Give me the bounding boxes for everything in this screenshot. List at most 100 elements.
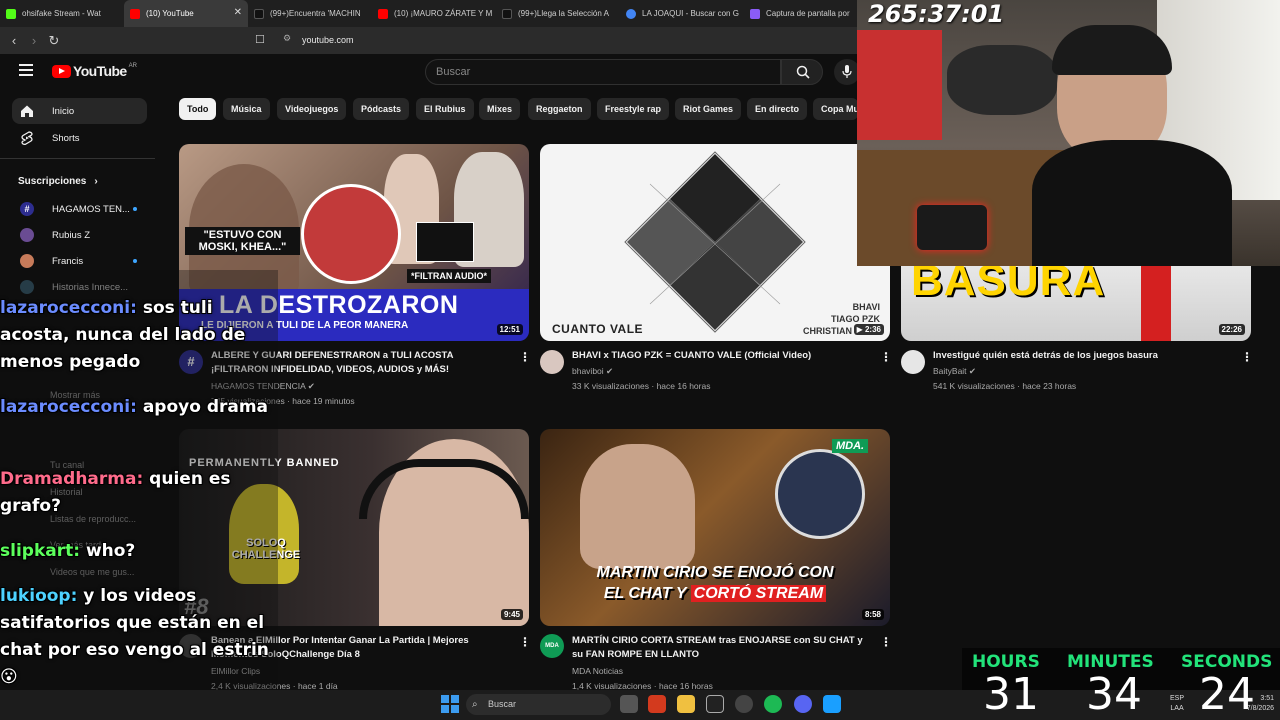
channel-name[interactable]: MDA Noticias	[572, 664, 872, 678]
video-thumbnail[interactable]: MDA. MARTIN CIRIO SE ENOJÓ CON EL CHAT Y…	[540, 429, 890, 626]
taskbar-search[interactable]: ⌕ Buscar	[466, 694, 611, 715]
thumbnail-diamond-art	[624, 151, 806, 333]
tiktok-icon	[254, 8, 264, 19]
chip-podcasts[interactable]: Pódcasts	[353, 98, 410, 120]
chip-riot-games[interactable]: Riot Games	[675, 98, 742, 120]
chip-musica[interactable]: Música	[223, 98, 270, 120]
thumbnail-headline: MARTIN CIRIO SE ENOJÓ CON	[596, 564, 834, 581]
browser-tab[interactable]: LA JOAQUI - Buscar con G	[620, 0, 744, 27]
chevron-right-icon: ›	[94, 176, 98, 187]
verified-icon: ✔	[606, 366, 614, 376]
obs-icon[interactable]	[735, 695, 753, 713]
more-options-icon[interactable]: ⋮	[519, 635, 531, 649]
language-indicator[interactable]: ESP LAA	[1170, 694, 1184, 714]
subscriptions-header[interactable]: Suscripciones ›	[18, 176, 98, 187]
browser-tab[interactable]: ohsifake Stream - Wat	[0, 0, 124, 27]
chip-copa-mundial[interactable]: Copa Mu	[813, 98, 858, 120]
countdown-hours-value: 31	[983, 669, 1039, 720]
screenshot-icon	[750, 8, 760, 19]
chat-message: slipkart: who?	[0, 541, 136, 561]
browser-tab[interactable]: Captura de pantalla por	[744, 0, 868, 27]
channel-name[interactable]: bhaviboi ✔	[572, 364, 872, 378]
video-stats: 541 K visualizaciones · hace 23 horas	[933, 381, 1077, 391]
spotify-icon[interactable]	[764, 695, 782, 713]
tiktok-icon	[502, 8, 512, 19]
steam-icon[interactable]	[823, 695, 841, 713]
chip-freestyle-rap[interactable]: Freestyle rap	[597, 98, 670, 120]
video-title[interactable]: MARTÍN CIRIO CORTA STREAM tras ENOJARSE …	[572, 634, 872, 662]
menu-icon[interactable]	[19, 64, 33, 76]
youtube-play-icon	[52, 64, 71, 78]
webcam-sign	[947, 45, 1057, 115]
video-thumbnail[interactable]: CUANTO VALE BHAVI TIAGO PZK CHRISTIAN ▶ …	[540, 144, 890, 341]
new-content-dot	[133, 259, 137, 263]
browser-tab[interactable]: (99+)Llega la Selección A	[496, 0, 620, 27]
webcam-streamer-hair	[1052, 25, 1172, 75]
bookmark-icon[interactable]: ☐	[255, 33, 265, 46]
channel-avatar	[20, 228, 34, 242]
youtube-icon	[378, 8, 388, 19]
webcam-keyboard	[917, 205, 987, 250]
sidebar-divider	[0, 158, 155, 159]
thumbnail-person	[580, 444, 695, 569]
kick-icon	[6, 8, 16, 19]
channel-avatar[interactable]: MDA	[540, 634, 564, 658]
thumbnail-person-circle	[775, 449, 865, 539]
chip-mixes[interactable]: Mixes	[479, 98, 521, 120]
chip-videojuegos[interactable]: Videojuegos	[277, 98, 347, 120]
chat-message: lazarocecconi: sos tuli acosta, nunca de…	[0, 298, 246, 372]
search-input[interactable]: Buscar	[425, 59, 781, 85]
thumbnail-headline-line2: EL CHAT Y CORTÓ STREAM	[540, 585, 890, 603]
sidebar-sub-rubius-z[interactable]: Rubius Z	[12, 222, 147, 248]
sidebar-item-shorts[interactable]: Shorts	[12, 125, 147, 151]
video-title[interactable]: BHAVI x TIAGO PZK = CUANTO VALE (Officia…	[572, 349, 872, 363]
more-options-icon[interactable]: ⋮	[880, 350, 892, 364]
thumbnail-label: *FILTRAN AUDIO*	[407, 269, 491, 283]
sidebar-item-inicio[interactable]: Inicio	[12, 98, 147, 124]
countdown-minutes-value: 34	[1086, 669, 1142, 720]
task-view-icon[interactable]	[620, 695, 638, 713]
chip-todo[interactable]: Todo	[179, 98, 217, 120]
search-icon	[796, 65, 810, 79]
browser-tab-active[interactable]: (10) YouTube ✕	[124, 0, 248, 27]
site-info-icon[interactable]: ⚙	[283, 33, 291, 44]
browser-tab[interactable]: (99+)Encuentra 'MACHIN	[248, 0, 372, 27]
file-explorer-icon[interactable]	[677, 695, 695, 713]
chip-el-rubius[interactable]: El Rubius	[416, 98, 474, 120]
capcut-icon[interactable]	[706, 695, 724, 713]
video-duration: 22:26	[1218, 324, 1245, 335]
channel-avatar[interactable]	[901, 350, 925, 374]
webcam-feed	[857, 0, 1280, 266]
chip-reggaeton[interactable]: Reggaeton	[528, 98, 591, 120]
channel-avatar: #	[20, 202, 34, 216]
video-duration: ▶ 2:36	[853, 324, 884, 335]
search-button[interactable]	[781, 59, 823, 85]
discord-icon[interactable]	[794, 695, 812, 713]
back-icon[interactable]: ‹	[4, 33, 24, 48]
more-options-icon[interactable]: ⋮	[1241, 350, 1253, 364]
shorts-icon	[21, 131, 33, 145]
video-duration: 12:51	[496, 324, 523, 335]
forward-icon[interactable]: ›	[24, 33, 44, 48]
reload-icon[interactable]: ↻	[44, 33, 64, 49]
more-options-icon[interactable]: ⋮	[519, 350, 531, 364]
channel-name[interactable]: BaityBait ✔	[933, 364, 1233, 378]
verified-icon: ✔	[307, 381, 315, 391]
chat-message: lukioop: y los videos satifatorios que e…	[0, 586, 269, 687]
sidebar-sub-hagamos-tendencia[interactable]: # HAGAMOS TEN...	[12, 196, 147, 222]
chip-en-directo[interactable]: En directo	[747, 98, 808, 120]
close-tab-icon[interactable]: ✕	[234, 7, 242, 18]
thumbnail-artist: BHAVI	[852, 302, 880, 312]
more-options-icon[interactable]: ⋮	[880, 635, 892, 649]
brave-browser-icon[interactable]	[648, 695, 666, 713]
channel-avatar[interactable]	[540, 350, 564, 374]
search-icon: ⌕	[472, 699, 478, 710]
browser-tab[interactable]: (10) ¡MAURO ZÁRATE Y M	[372, 0, 496, 27]
windows-start-icon[interactable]	[441, 695, 459, 713]
youtube-logo[interactable]: YouTube AR	[52, 63, 137, 79]
video-title[interactable]: Investigué quién está detrás de los jueg…	[933, 349, 1233, 363]
home-icon	[21, 105, 33, 117]
thumbnail-chat-screenshot	[416, 222, 474, 262]
webcam-streamer-shirt	[1032, 140, 1232, 266]
url-field[interactable]: youtube.com	[302, 35, 354, 45]
